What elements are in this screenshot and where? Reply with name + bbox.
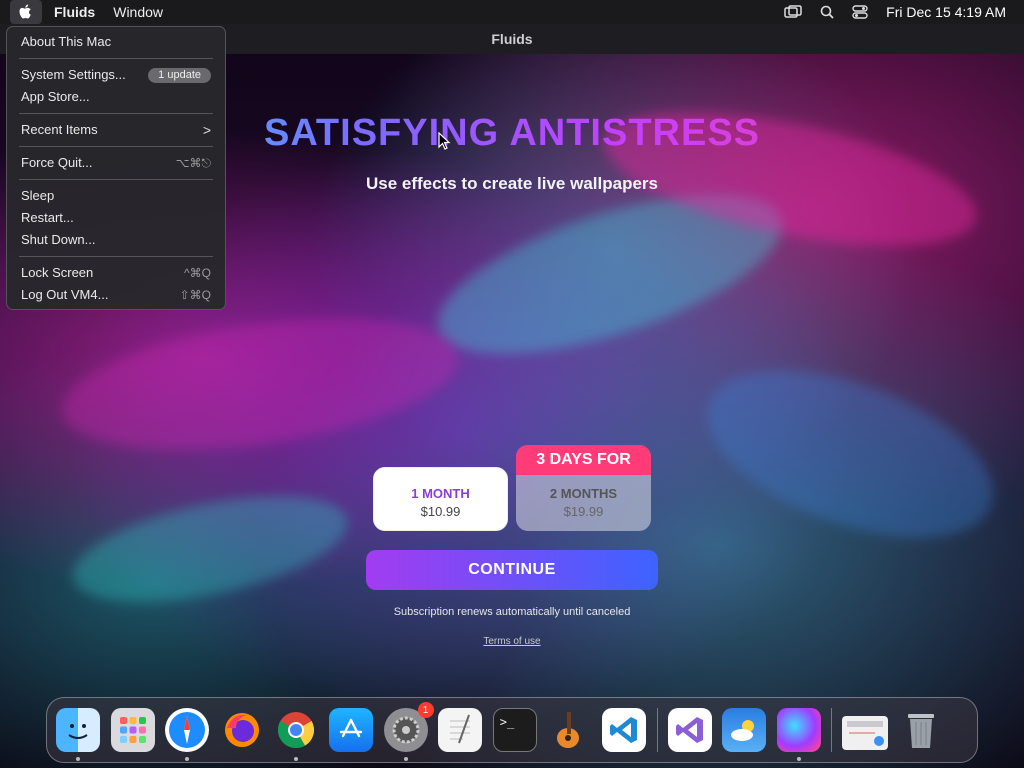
menu-item-system-settings[interactable]: System Settings... 1 update xyxy=(7,64,225,86)
weather-icon[interactable] xyxy=(722,708,767,752)
mouse-cursor-icon xyxy=(438,132,451,150)
menu-item-recent-items[interactable]: Recent Items > xyxy=(7,119,225,141)
menu-item-shut-down[interactable]: Shut Down... xyxy=(7,229,225,251)
garageband-icon[interactable] xyxy=(547,708,591,752)
notification-badge: 1 xyxy=(417,702,434,718)
visual-studio-icon[interactable] xyxy=(667,708,712,752)
plan-title: 2 MONTHS xyxy=(549,486,618,501)
spotlight-search-icon[interactable] xyxy=(820,5,834,19)
menu-item-log-out[interactable]: Log Out VM4... ⇧⌘Q xyxy=(7,284,225,306)
menu-separator xyxy=(19,146,213,147)
plan-title: 1 MONTH xyxy=(411,486,470,501)
running-indicator xyxy=(294,757,299,761)
menubar-clock[interactable]: Fri Dec 15 4:19 AM xyxy=(886,4,1006,20)
plan-1-month[interactable]: 1 MONTH $10.99 xyxy=(373,467,508,531)
shortcut-label: ^⌘Q xyxy=(184,266,211,280)
wallpaper-streak xyxy=(63,475,357,623)
terminal-icon[interactable]: >_ xyxy=(492,708,537,752)
preview-icon[interactable] xyxy=(842,716,889,750)
submenu-chevron-icon: > xyxy=(202,122,211,138)
textedit-icon[interactable] xyxy=(438,708,483,752)
plan-2-months[interactable]: 3 DAYS FOR 2 MONTHS $19.99 xyxy=(516,445,651,531)
window-title: Fluids xyxy=(491,31,533,47)
trial-badge: 3 DAYS FOR xyxy=(516,445,651,475)
menu-bar: Fluids Window Fri Dec 15 4:19 AM xyxy=(0,0,1024,24)
dock-divider xyxy=(831,708,833,752)
menu-item-lock-screen[interactable]: Lock Screen ^⌘Q xyxy=(7,262,225,284)
menu-separator xyxy=(19,113,213,114)
renewal-note: Subscription renews automatically until … xyxy=(393,606,631,618)
screen-mirroring-icon[interactable] xyxy=(784,5,802,19)
running-indicator xyxy=(185,757,190,761)
menu-window[interactable]: Window xyxy=(113,4,163,20)
dock-divider xyxy=(656,708,658,752)
fluids-icon[interactable] xyxy=(776,708,821,761)
plan-price: $10.99 xyxy=(420,504,461,519)
launchpad-icon[interactable] xyxy=(110,708,155,752)
system-settings-icon[interactable]: 1 xyxy=(383,702,434,761)
terms-of-use-link[interactable]: Terms of use xyxy=(0,636,1024,647)
update-badge: 1 update xyxy=(148,68,211,83)
menu-separator xyxy=(19,179,213,180)
vscode-icon[interactable] xyxy=(601,708,646,752)
menu-item-app-store[interactable]: App Store... xyxy=(7,86,225,108)
terminal-prompt-glyph: >_ xyxy=(499,715,515,729)
menu-item-force-quit[interactable]: Force Quit... ⌥⌘⎋ xyxy=(7,152,225,174)
wallpaper-streak xyxy=(685,336,1015,572)
shortcut-label: ⌥⌘⎋ xyxy=(175,156,211,170)
menu-item-about-this-mac[interactable]: About This Mac xyxy=(7,31,225,53)
continue-button[interactable]: CONTINUE xyxy=(366,550,658,590)
safari-icon[interactable] xyxy=(165,708,210,761)
finder-icon[interactable] xyxy=(56,708,100,761)
apple-menu-dropdown: About This Mac System Settings... 1 updat… xyxy=(6,26,226,310)
apple-menu-button[interactable] xyxy=(10,0,42,24)
chrome-icon[interactable] xyxy=(274,708,318,761)
menu-separator xyxy=(19,256,213,257)
shortcut-label: ⇧⌘Q xyxy=(179,288,211,302)
app-menu-fluids[interactable]: Fluids xyxy=(54,4,95,20)
menu-separator xyxy=(19,58,213,59)
app-store-icon[interactable] xyxy=(328,708,373,752)
running-indicator xyxy=(403,757,408,761)
plan-price: $19.99 xyxy=(563,504,604,519)
running-indicator xyxy=(796,757,801,761)
apple-logo-icon xyxy=(19,4,31,19)
dock: 1 >_ xyxy=(46,697,978,763)
menu-item-restart[interactable]: Restart... xyxy=(7,207,225,229)
running-indicator xyxy=(76,757,80,761)
wallpaper-streak xyxy=(53,296,467,472)
control-center-icon[interactable] xyxy=(852,5,868,19)
firefox-icon[interactable] xyxy=(220,708,264,752)
trash-icon[interactable] xyxy=(899,708,943,752)
menu-item-sleep[interactable]: Sleep xyxy=(7,185,225,207)
